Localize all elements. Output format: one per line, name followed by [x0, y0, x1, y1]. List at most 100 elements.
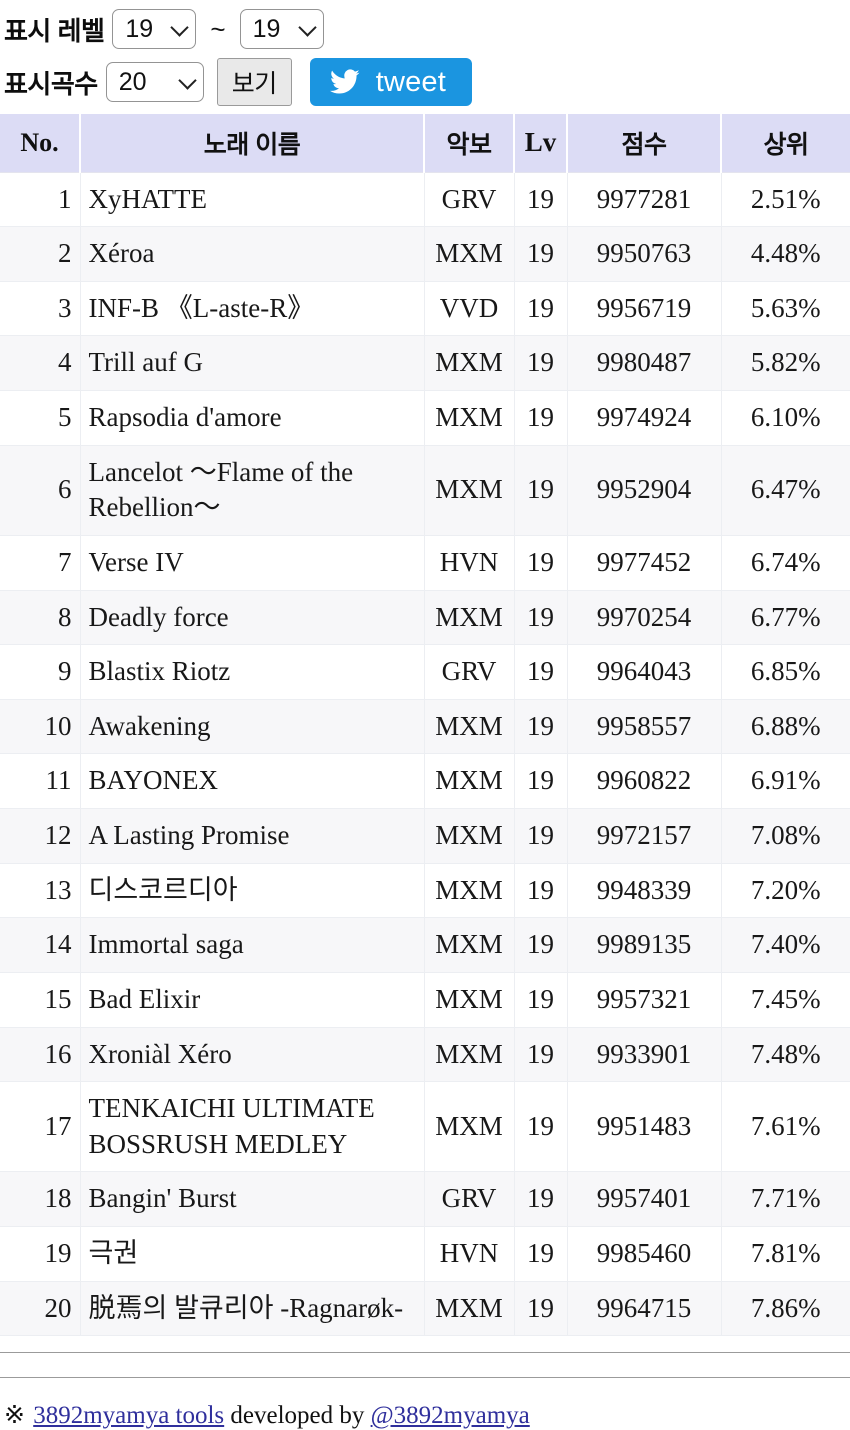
table-row[interactable]: 5 Rapsodia d'amore MXM 19 9974924 6.10% — [0, 390, 850, 446]
table-row[interactable]: 8 Deadly force MXM 19 9970254 6.77% — [0, 590, 850, 646]
cell-level: 19 — [514, 335, 568, 391]
cell-chart-type: MXM — [424, 808, 515, 864]
cell-level: 19 — [514, 972, 568, 1028]
song-count-select[interactable]: 20 — [105, 62, 204, 102]
table-row[interactable]: 12 A Lasting Promise MXM 19 9972157 7.08% — [0, 808, 850, 864]
cell-level: 19 — [514, 644, 568, 700]
cell-score: 9957321 — [567, 972, 722, 1028]
table-row[interactable]: 13 디스코르디아 MXM 19 9948339 7.20% — [0, 863, 850, 919]
cell-rate: 7.20% — [721, 863, 850, 919]
cell-rate: 6.91% — [721, 753, 850, 809]
level-from-select[interactable]: 19 — [112, 9, 197, 49]
cell-song-name: Trill auf G — [80, 335, 425, 391]
table-header: No. 노래 이름 악보 Lv 점수 상위 — [0, 114, 850, 173]
cell-song-name: Awakening — [80, 699, 425, 755]
table-body: 1 XyHATTE GRV 19 9977281 2.51% 2 Xéroa MXM 19 9950… — [0, 172, 850, 1337]
table-row[interactable]: 3 INF-B 《L-aste-R》 VVD 19 9956719 5.63% — [0, 281, 850, 337]
cell-level: 19 — [514, 590, 568, 646]
cell-score: 9951483 — [567, 1081, 722, 1173]
cell-rank: 16 — [0, 1027, 81, 1083]
column-header-no[interactable]: No. — [0, 114, 81, 173]
column-header-chart[interactable]: 악보 — [424, 114, 515, 173]
cell-chart-type: GRV — [424, 644, 515, 700]
cell-song-name: Verse IV — [80, 535, 425, 591]
cell-rank: 17 — [0, 1081, 81, 1173]
table-row[interactable]: 1 XyHATTE GRV 19 9977281 2.51% — [0, 172, 850, 228]
cell-chart-type: MXM — [424, 753, 515, 809]
cell-score: 9970254 — [567, 590, 722, 646]
cell-rank: 7 — [0, 535, 81, 591]
table-row[interactable]: 19 극권 HVN 19 9985460 7.81% — [0, 1226, 850, 1282]
cell-score: 9950763 — [567, 226, 722, 282]
cell-level: 19 — [514, 1226, 568, 1282]
cell-rate: 5.82% — [721, 335, 850, 391]
cell-score: 9985460 — [567, 1226, 722, 1282]
view-button[interactable]: 보기 — [216, 58, 292, 106]
footer-star-marker: ※ — [4, 1402, 25, 1430]
chevron-down-icon — [177, 71, 197, 90]
cell-rank: 9 — [0, 644, 81, 700]
cell-rate: 7.61% — [721, 1081, 850, 1173]
cell-rank: 11 — [0, 753, 81, 809]
cell-level: 19 — [514, 863, 568, 919]
cell-rate: 2.51% — [721, 172, 850, 228]
level-to-select[interactable]: 19 — [239, 9, 324, 49]
cell-level: 19 — [514, 445, 568, 536]
cell-rank: 2 — [0, 226, 81, 282]
cell-level: 19 — [514, 281, 568, 337]
table-row[interactable]: 15 Bad Elixir MXM 19 9957321 7.45% — [0, 972, 850, 1028]
cell-score: 9956719 — [567, 281, 722, 337]
column-header-score[interactable]: 점수 — [567, 114, 722, 173]
cell-rank: 6 — [0, 445, 81, 536]
cell-score: 9980487 — [567, 335, 722, 391]
cell-rate: 7.45% — [721, 972, 850, 1028]
table-row[interactable]: 16 Xroniàl Xéro MXM 19 9933901 7.48% — [0, 1027, 850, 1083]
cell-song-name: 디스코르디아 — [80, 863, 425, 919]
table-row[interactable]: 11 BAYONEX MXM 19 9960822 6.91% — [0, 753, 850, 809]
cell-song-name: Xéroa — [80, 226, 425, 282]
cell-level: 19 — [514, 1281, 568, 1337]
author-link[interactable]: @3892myamya — [371, 1402, 530, 1429]
cell-score: 9989135 — [567, 917, 722, 973]
cell-score: 9977281 — [567, 172, 722, 228]
cell-chart-type: MXM — [424, 445, 515, 536]
tweet-button[interactable]: tweet — [309, 58, 473, 106]
cell-rate: 7.08% — [721, 808, 850, 864]
cell-song-name: 극권 — [80, 1226, 425, 1282]
cell-rank: 15 — [0, 972, 81, 1028]
range-separator: ~ — [210, 14, 226, 44]
filter-controls: 표시 레벨 19 ~ 19 표시곡수 20 보기 tweet — [0, 0, 850, 110]
cell-song-name: BAYONEX — [80, 753, 425, 809]
cell-level: 19 — [514, 699, 568, 755]
table-row[interactable]: 4 Trill auf G MXM 19 9980487 5.82% — [0, 335, 850, 391]
cell-chart-type: MXM — [424, 1281, 515, 1337]
cell-chart-type: MXM — [424, 590, 515, 646]
table-row[interactable]: 2 Xéroa MXM 19 9950763 4.48% — [0, 226, 850, 282]
cell-song-name: Deadly force — [80, 590, 425, 646]
cell-rank: 13 — [0, 863, 81, 919]
song-count-label: 표시곡수 — [4, 68, 98, 99]
cell-song-name: Xroniàl Xéro — [80, 1027, 425, 1083]
cell-song-name: A Lasting Promise — [80, 808, 425, 864]
table-row[interactable]: 18 Bangin' Burst GRV 19 9957401 7.71% — [0, 1171, 850, 1227]
column-header-level[interactable]: Lv — [514, 114, 568, 173]
table-row[interactable]: 14 Immortal saga MXM 19 9989135 7.40% — [0, 917, 850, 973]
cell-score: 9960822 — [567, 753, 722, 809]
table-row[interactable]: 10 Awakening MXM 19 9958557 6.88% — [0, 699, 850, 755]
cell-rate: 7.71% — [721, 1171, 850, 1227]
column-header-name[interactable]: 노래 이름 — [80, 114, 425, 173]
table-row[interactable]: 7 Verse IV HVN 19 9977452 6.74% — [0, 535, 850, 591]
cell-chart-type: MXM — [424, 226, 515, 282]
table-row[interactable]: 20 脱焉의 발큐리아 -Ragnarøk- MXM 19 9964715 7.86% — [0, 1281, 850, 1337]
table-header-row: No. 노래 이름 악보 Lv 점수 상위 — [0, 114, 850, 173]
cell-rate: 7.48% — [721, 1027, 850, 1083]
table-row[interactable]: 17 TENKAICHI ULTIMATE BOSSRUSH MEDLEY MXM 1… — [0, 1081, 850, 1173]
table-row[interactable]: 9 Blastix Riotz GRV 19 9964043 6.85% — [0, 644, 850, 700]
cell-rank: 10 — [0, 699, 81, 755]
tools-link[interactable]: 3892myamya tools — [33, 1402, 224, 1429]
column-header-rate[interactable]: 상위 — [721, 114, 850, 173]
table-row[interactable]: 6 Lancelot 〜Flame of the Rebellion〜 MXM 19 9… — [0, 445, 850, 536]
cell-score: 9933901 — [567, 1027, 722, 1083]
cell-chart-type: MXM — [424, 335, 515, 391]
cell-chart-type: MXM — [424, 863, 515, 919]
